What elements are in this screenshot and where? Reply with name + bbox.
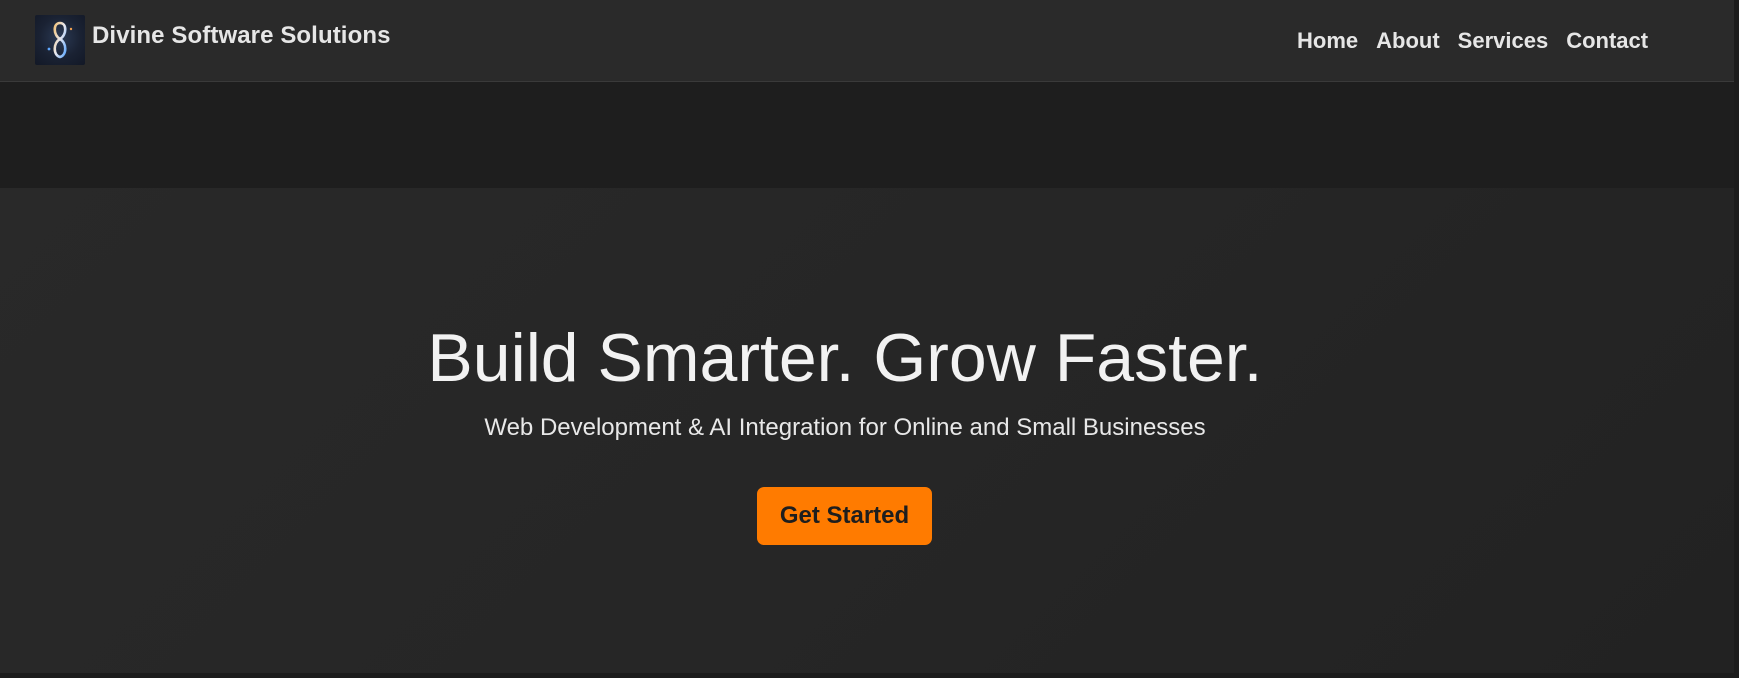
bottom-edge-strip	[0, 673, 1739, 678]
brand-name[interactable]: Divine Software Solutions	[92, 22, 391, 50]
right-edge-strip	[1734, 0, 1739, 678]
brand[interactable]: Divine Software Solutions	[35, 15, 391, 65]
hero-subtitle: Web Development & AI Integration for Onl…	[484, 414, 1206, 441]
page: Divine Software Solutions Home About Ser…	[0, 0, 1739, 678]
navbar: Divine Software Solutions Home About Ser…	[0, 0, 1734, 82]
nav-contact-link[interactable]: Contact	[1566, 28, 1648, 54]
infinity-logo-icon[interactable]	[35, 15, 85, 65]
nav-services-link[interactable]: Services	[1458, 28, 1549, 54]
main-nav: Home About Services Contact	[1297, 28, 1648, 54]
spacer-band	[0, 83, 1739, 188]
nav-home-link[interactable]: Home	[1297, 28, 1358, 54]
hero-title: Build Smarter. Grow Faster.	[427, 320, 1263, 396]
nav-about-link[interactable]: About	[1376, 28, 1440, 54]
get-started-button[interactable]: Get Started	[757, 487, 932, 545]
